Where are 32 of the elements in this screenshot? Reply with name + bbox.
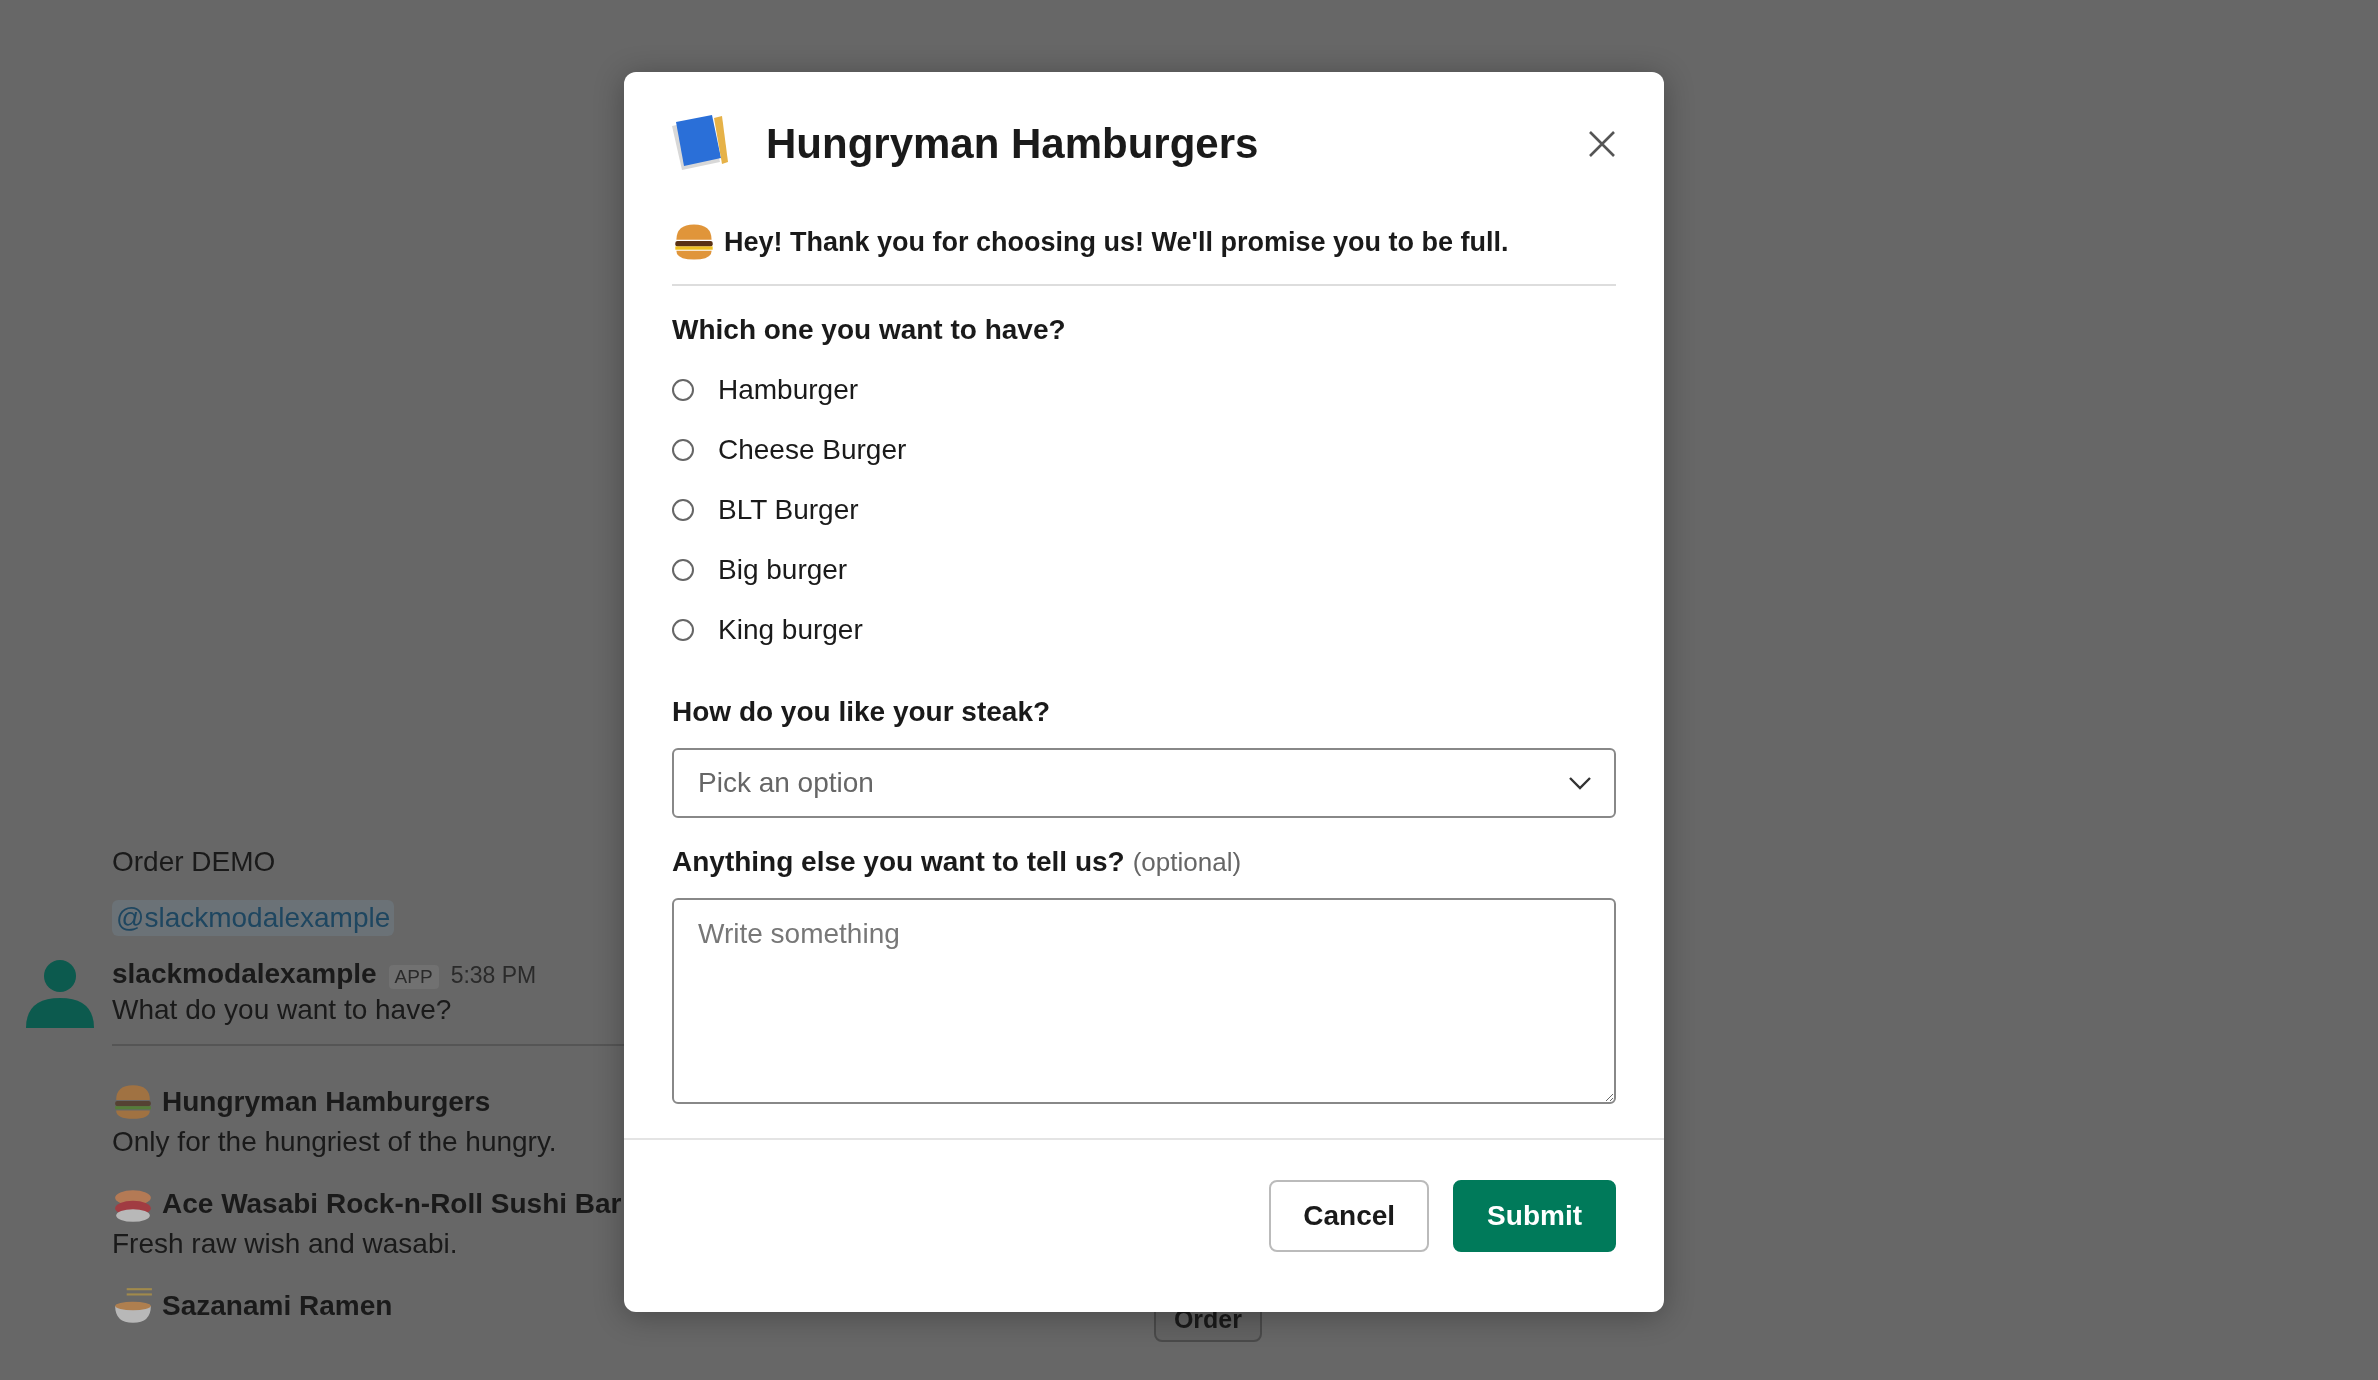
restaurant-name: Hungryman Hamburgers (162, 1086, 491, 1118)
radio-option[interactable]: Big burger (672, 540, 1616, 600)
select-label: How do you like your steak? (672, 696, 1052, 728)
notes-label: Anything else you want to tell us? (672, 846, 1125, 877)
radio-button[interactable] (672, 379, 694, 401)
avatar-icon (24, 958, 96, 1028)
radio-button[interactable] (672, 559, 694, 581)
cancel-button[interactable]: Cancel (1269, 1180, 1430, 1252)
radio-button[interactable] (672, 619, 694, 641)
radio-button[interactable] (672, 439, 694, 461)
question-label: Which one you want to have? (672, 314, 1067, 346)
modal-title: Hungryman Hamburgers (766, 120, 1260, 168)
radio-option[interactable]: King burger (672, 600, 1616, 660)
radio-option[interactable]: BLT Burger (672, 480, 1616, 540)
radio-button[interactable] (672, 499, 694, 521)
restaurant-name: Ace Wasabi Rock-n-Roll Sushi Bar (162, 1188, 622, 1220)
app-badge: APP (388, 965, 439, 989)
select-field[interactable]: Pick an option (672, 748, 1616, 818)
channel-title: Order DEMO (112, 845, 276, 879)
restaurant-name: Sazanami Ramen (162, 1290, 393, 1322)
restaurant-description: Fresh raw wish and wasabi. (112, 1228, 458, 1260)
timestamp: 5:38 PM (450, 962, 537, 989)
message-text: What do you want to have? (112, 994, 452, 1026)
optional-hint: (optional) (1132, 847, 1242, 877)
intro-text: Hey! Thank you for choosing us! We'll promise you to be full. (724, 226, 1509, 258)
submit-button[interactable]: Submit (1453, 1180, 1616, 1252)
notes-field[interactable]: Write something (672, 898, 1616, 1104)
radio-option[interactable]: Hamburger (672, 360, 1616, 420)
close-icon[interactable] (1588, 130, 1616, 158)
chevron-down-icon (1568, 776, 1592, 790)
radio-option[interactable]: Cheese Burger (672, 420, 1616, 480)
restaurant-description: Only for the hungriest of the hungry. (112, 1126, 557, 1158)
